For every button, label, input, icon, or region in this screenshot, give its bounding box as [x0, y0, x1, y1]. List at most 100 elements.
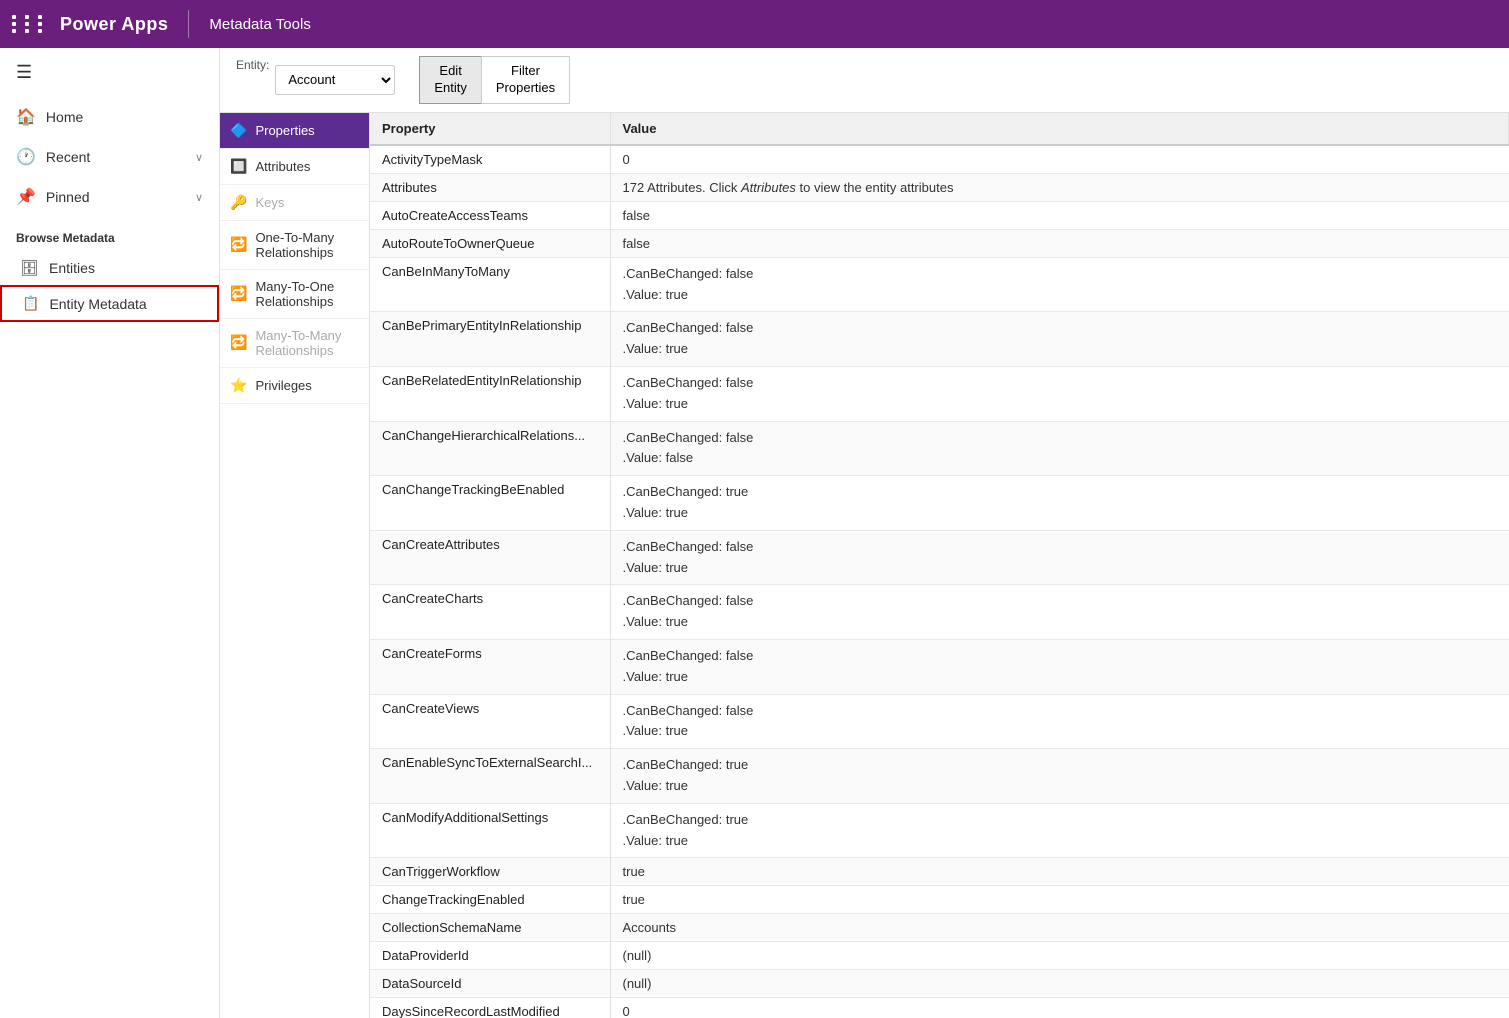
chevron-down-icon: ∨ — [195, 151, 203, 164]
table-row: CanBeRelatedEntityInRelationship.CanBeCh… — [370, 366, 1509, 421]
value-cell: 172 Attributes. Click Attributes to view… — [610, 173, 1509, 201]
property-cell: DataSourceId — [370, 970, 610, 998]
nav-item-many-to-many-label: Many-To-Many Relationships — [255, 328, 359, 358]
chevron-down-icon-pinned: ∨ — [195, 191, 203, 204]
value-cell: .CanBeChanged: false .Value: true — [610, 639, 1509, 694]
edit-entity-button[interactable]: Edit Entity — [419, 56, 481, 104]
hamburger-menu[interactable]: ☰ — [0, 48, 219, 97]
table-row: CollectionSchemaNameAccounts — [370, 914, 1509, 942]
property-cell: CanEnableSyncToExternalSearchI... — [370, 749, 610, 804]
nav-item-attributes[interactable]: 🔲 Attributes — [220, 149, 369, 185]
value-cell: Accounts — [610, 914, 1509, 942]
property-cell: CanChangeTrackingBeEnabled — [370, 476, 610, 531]
property-column-header: Property — [370, 113, 610, 145]
table-row: CanBeInManyToMany.CanBeChanged: false .V… — [370, 257, 1509, 312]
table-row: AutoCreateAccessTeamsfalse — [370, 201, 1509, 229]
sidebar-item-entities-label: Entities — [49, 260, 95, 276]
table-row: CanBePrimaryEntityInRelationship.CanBeCh… — [370, 312, 1509, 367]
value-cell: false — [610, 201, 1509, 229]
nav-item-keys: 🔑 Keys — [220, 185, 369, 221]
apps-icon[interactable] — [12, 15, 48, 33]
nav-item-one-to-many-label: One-To-Many Relationships — [255, 230, 359, 260]
value-cell: .CanBeChanged: true .Value: true — [610, 476, 1509, 531]
value-cell: false — [610, 229, 1509, 257]
table-row: Attributes172 Attributes. Click Attribut… — [370, 173, 1509, 201]
nav-item-privileges-label: Privileges — [255, 378, 311, 393]
table-row: ActivityTypeMask0 — [370, 145, 1509, 174]
attributes-icon: 🔲 — [230, 158, 247, 175]
property-cell: CanCreateForms — [370, 639, 610, 694]
sidebar-item-recent[interactable]: 🕐 Recent ∨ — [0, 137, 219, 177]
sidebar-item-pinned-label: Pinned — [46, 189, 90, 205]
sidebar-item-home-label: Home — [46, 109, 83, 125]
properties-icon: 🔷 — [230, 122, 247, 139]
table-row: CanCreateCharts.CanBeChanged: false .Val… — [370, 585, 1509, 640]
topbar: Power Apps Metadata Tools — [0, 0, 1509, 48]
one-to-many-icon: 🔁 — [230, 236, 247, 253]
table-row: CanCreateAttributes.CanBeChanged: false … — [370, 530, 1509, 585]
property-cell: CanCreateAttributes — [370, 530, 610, 585]
property-cell: CollectionSchemaName — [370, 914, 610, 942]
table-row: ChangeTrackingEnabledtrue — [370, 886, 1509, 914]
nav-item-many-to-one-label: Many-To-One Relationships — [255, 279, 359, 309]
value-cell: 0 — [610, 998, 1509, 1018]
value-cell: true — [610, 858, 1509, 886]
sidebar-item-pinned[interactable]: 📌 Pinned ∨ — [0, 177, 219, 217]
sidebar: ☰ 🏠 Home 🕐 Recent ∨ 📌 Pinned ∨ Browse Me… — [0, 48, 220, 1018]
entity-select[interactable]: Account Contact Lead Opportunity — [275, 65, 395, 95]
properties-table: Property Value ActivityTypeMask0Attribut… — [370, 113, 1509, 1018]
value-cell: 0 — [610, 145, 1509, 174]
property-cell: DaysSinceRecordLastModified — [370, 998, 610, 1018]
property-cell: ChangeTrackingEnabled — [370, 886, 610, 914]
nav-item-privileges[interactable]: ⭐ Privileges — [220, 368, 369, 404]
property-cell: CanChangeHierarchicalRelations... — [370, 421, 610, 476]
table-row: CanChangeTrackingBeEnabled.CanBeChanged:… — [370, 476, 1509, 531]
value-cell: .CanBeChanged: false .Value: true — [610, 585, 1509, 640]
sidebar-item-home[interactable]: 🏠 Home — [0, 97, 219, 137]
privileges-icon: ⭐ — [230, 377, 247, 394]
value-cell: (null) — [610, 970, 1509, 998]
filter-properties-button[interactable]: Filter Properties — [481, 56, 570, 104]
sidebar-item-entity-metadata[interactable]: 📋 Entity Metadata — [0, 285, 219, 322]
sidebar-item-entities[interactable]: 🗄 Entities — [0, 251, 219, 285]
main-content: Entity: Account Contact Lead Opportunity… — [220, 48, 1509, 1018]
nav-item-many-to-one[interactable]: 🔁 Many-To-One Relationships — [220, 270, 369, 319]
browse-metadata-title: Browse Metadata — [0, 217, 219, 251]
entity-label: Entity: — [236, 58, 269, 72]
content-area: 🔷 Properties 🔲 Attributes 🔑 Keys 🔁 One-T… — [220, 113, 1509, 1018]
table-row: DataProviderId(null) — [370, 942, 1509, 970]
value-cell: .CanBeChanged: true .Value: true — [610, 749, 1509, 804]
many-to-one-icon: 🔁 — [230, 285, 247, 302]
sidebar-item-entity-metadata-label: Entity Metadata — [49, 296, 146, 312]
many-to-many-icon: 🔁 — [230, 334, 247, 351]
recent-icon: 🕐 — [16, 147, 36, 167]
table-row: DaysSinceRecordLastModified0 — [370, 998, 1509, 1018]
value-cell: (null) — [610, 942, 1509, 970]
value-cell: .CanBeChanged: true .Value: true — [610, 803, 1509, 858]
table-row: CanChangeHierarchicalRelations....CanBeC… — [370, 421, 1509, 476]
property-cell: CanBeRelatedEntityInRelationship — [370, 366, 610, 421]
nav-panel: 🔷 Properties 🔲 Attributes 🔑 Keys 🔁 One-T… — [220, 113, 370, 1018]
app-name: Power Apps — [60, 14, 168, 35]
pinned-icon: 📌 — [16, 187, 36, 207]
value-cell: .CanBeChanged: false .Value: true — [610, 366, 1509, 421]
nav-item-properties[interactable]: 🔷 Properties — [220, 113, 369, 149]
table-area: Property Value ActivityTypeMask0Attribut… — [370, 113, 1509, 1018]
table-header-row: Property Value — [370, 113, 1509, 145]
nav-item-attributes-label: Attributes — [255, 159, 310, 174]
entity-metadata-icon: 📋 — [22, 295, 39, 312]
property-cell: CanBeInManyToMany — [370, 257, 610, 312]
value-cell: .CanBeChanged: false .Value: true — [610, 257, 1509, 312]
keys-icon: 🔑 — [230, 194, 247, 211]
property-cell: AutoCreateAccessTeams — [370, 201, 610, 229]
nav-item-one-to-many[interactable]: 🔁 One-To-Many Relationships — [220, 221, 369, 270]
property-cell: CanCreateCharts — [370, 585, 610, 640]
entity-toolbar: Entity: Account Contact Lead Opportunity… — [220, 48, 1509, 113]
nav-item-properties-label: Properties — [255, 123, 314, 138]
value-cell: .CanBeChanged: false .Value: true — [610, 694, 1509, 749]
value-cell: true — [610, 886, 1509, 914]
value-cell: .CanBeChanged: false .Value: false — [610, 421, 1509, 476]
table-row: CanEnableSyncToExternalSearchI....CanBeC… — [370, 749, 1509, 804]
property-cell: Attributes — [370, 173, 610, 201]
nav-item-many-to-many: 🔁 Many-To-Many Relationships — [220, 319, 369, 368]
